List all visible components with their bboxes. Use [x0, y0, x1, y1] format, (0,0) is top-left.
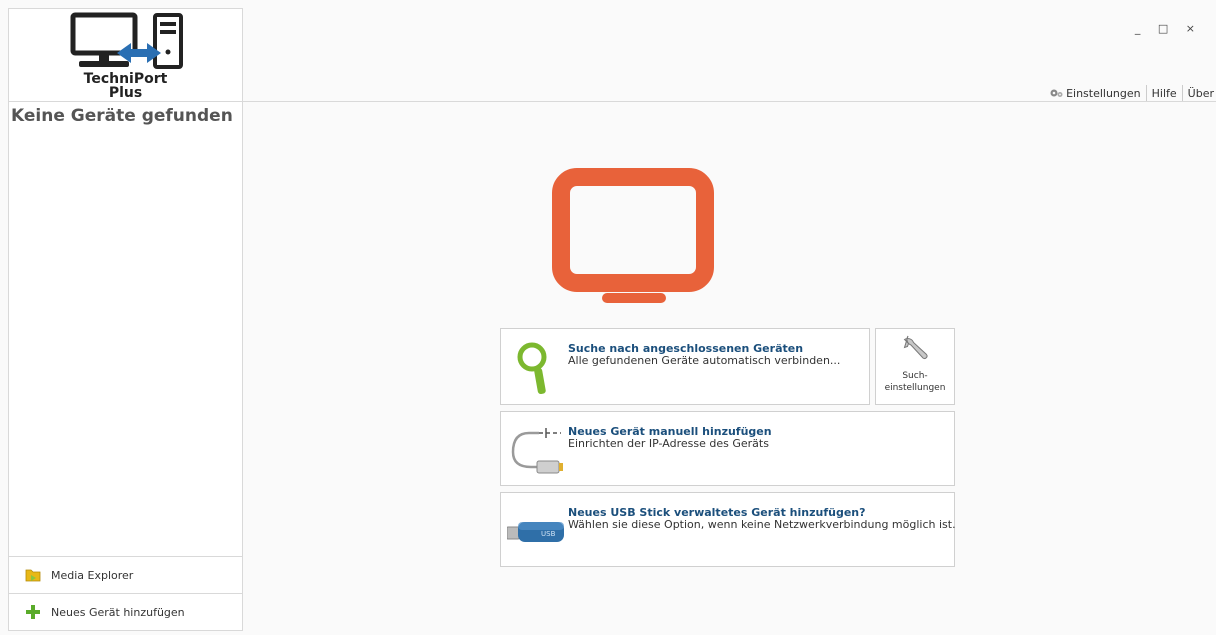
minimize-button[interactable]: _: [1135, 22, 1148, 35]
top-menu: Einstellungen Hilfe Über: [1049, 85, 1214, 101]
menu-help[interactable]: Hilfe: [1152, 87, 1177, 100]
logo-subtitle: Plus: [108, 85, 143, 101]
magnifier-icon: [517, 342, 547, 395]
media-explorer-icon: [25, 567, 41, 583]
app-logo: TechniPort Plus: [9, 9, 242, 102]
sidebar: TechniPort Plus Keine Geräte gefunden Me…: [8, 8, 243, 631]
add-device-label: Neues Gerät hinzufügen: [51, 605, 185, 619]
search-settings-line1: Such-: [902, 371, 928, 381]
menu-divider: [1181, 85, 1183, 101]
add-manual-desc: Einrichten der IP-Adresse des Geräts: [568, 437, 769, 450]
search-settings-button[interactable]: Such- einstellungen: [875, 328, 955, 405]
search-devices-desc: Alle gefundenen Geräte automatisch verbi…: [568, 354, 841, 367]
add-device-button[interactable]: Neues Gerät hinzufügen: [9, 593, 242, 630]
menu-divider: [1145, 85, 1147, 101]
window-controls: _ □ ×: [1135, 22, 1202, 35]
logo-title: TechniPort: [83, 71, 168, 87]
maximize-button[interactable]: □: [1158, 22, 1175, 35]
device-list-status: Keine Geräte gefunden: [11, 106, 233, 126]
usb-stick-label: USB: [541, 530, 556, 538]
media-explorer-button[interactable]: Media Explorer: [9, 556, 242, 593]
gear-icon: [1049, 88, 1063, 98]
computer-transfer-icon: [70, 12, 183, 69]
usb-stick-icon: USB: [507, 522, 564, 542]
header: _ □ × Einstellungen Hilfe Über: [243, 8, 1216, 102]
menu-about[interactable]: Über: [1188, 87, 1214, 100]
menu-settings[interactable]: Einstellungen: [1066, 87, 1141, 100]
media-explorer-label: Media Explorer: [51, 568, 134, 582]
network-cable-icon: [511, 428, 563, 474]
close-button[interactable]: ×: [1186, 22, 1202, 35]
plus-icon: [25, 604, 41, 620]
monitor-icon: [552, 168, 714, 303]
search-settings-line2: einstellungen: [884, 383, 946, 393]
search-settings-label: Such- einstellungen: [876, 370, 954, 394]
wrench-icon: [903, 335, 928, 359]
add-usb-desc: Wählen sie diese Option, wenn keine Netz…: [568, 518, 956, 531]
add-usb-device-button[interactable]: USB Neues USB Stick verwaltetes Gerät hi…: [500, 492, 956, 567]
add-manual-device-button[interactable]: Neues Gerät manuell hinzufügen Einrichte…: [500, 411, 955, 486]
search-devices-button[interactable]: Suche nach angeschlossenen Geräten Alle …: [500, 328, 870, 405]
